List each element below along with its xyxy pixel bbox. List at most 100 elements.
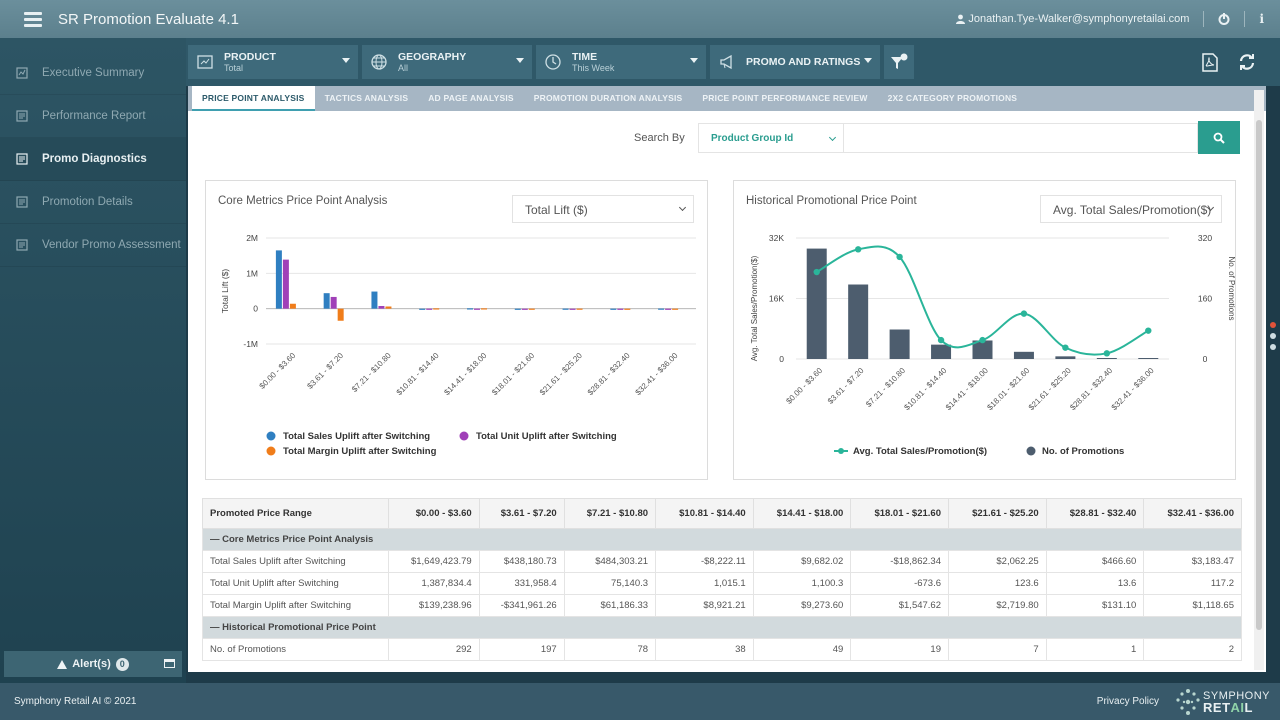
table-cell: 1: [1045, 638, 1145, 661]
bar: [610, 308, 617, 310]
sidebar-item-executive-summary[interactable]: Executive Summary: [0, 52, 186, 95]
line-point: [896, 253, 903, 261]
bar: [848, 284, 869, 359]
privacy-policy-link[interactable]: Privacy Policy: [1097, 696, 1159, 707]
table-cell: 1,015.1: [655, 572, 754, 595]
bar: [426, 308, 433, 310]
user-account[interactable]: Jonathan.Tye-Walker@symphonyretailai.com: [956, 13, 1189, 25]
info-icon[interactable]: i: [1259, 12, 1264, 26]
sidebar-item-promo-diagnostics[interactable]: Promo Diagnostics: [0, 138, 186, 181]
line-point: [813, 268, 820, 276]
table-group-cell[interactable]: — Core Metrics Price Point Analysis: [202, 528, 1242, 551]
table-cell: $9,273.60: [752, 594, 852, 617]
time-filter-value: This Week: [572, 62, 615, 73]
table-cell: 19: [850, 638, 949, 661]
bar: [323, 293, 330, 309]
alerts-button[interactable]: Alert(s) 0: [4, 651, 182, 677]
table-cell: $2,719.80: [948, 594, 1047, 617]
filter-icon: [891, 53, 908, 69]
chevron-down-icon: [864, 58, 872, 63]
bar: [1055, 356, 1076, 359]
main-scrollbar[interactable]: [1254, 90, 1264, 670]
tab-tactics-analysis[interactable]: TACTICS ANALYSIS: [315, 86, 419, 111]
bar: [665, 308, 672, 310]
search-by-select[interactable]: Product Group Id: [698, 123, 844, 153]
sidebar-item-performance-report[interactable]: Performance Report: [0, 95, 186, 138]
warning-icon: [57, 659, 68, 669]
legend-marker: [459, 431, 469, 441]
minimize-icon[interactable]: [164, 659, 175, 668]
x-tick-label: $0.00 - $3.60: [784, 366, 824, 406]
x-tick-label: $10.81 - $14.40: [395, 351, 441, 397]
pdf-icon[interactable]: [1202, 52, 1218, 72]
scrollbar-thumb[interactable]: [1256, 120, 1262, 630]
table-header-cell: $14.41 - $18.00: [752, 498, 852, 529]
logo-bottom-ai: AI: [1230, 699, 1245, 715]
search-icon: [1213, 132, 1225, 144]
table-cell: 13.6: [1045, 572, 1145, 595]
line-point: [1020, 310, 1028, 317]
chevron-down-icon: [516, 58, 524, 63]
product-filter[interactable]: PRODUCT Total: [188, 45, 358, 79]
y-axis-label: Avg. Total Sales/Promotion($): [750, 255, 759, 361]
sidebar-item-promotion-details[interactable]: Promotion Details: [0, 181, 186, 224]
dot[interactable]: [1270, 322, 1276, 328]
dot[interactable]: [1270, 333, 1276, 339]
bar: [528, 308, 535, 310]
legend-marker: [838, 448, 844, 454]
alerts-label: Alert(s): [72, 658, 111, 670]
table-header-cell: $10.81 - $14.40: [655, 498, 754, 529]
bar: [467, 308, 473, 310]
bar: [514, 308, 521, 310]
sidebar-item-vendor-promo-assessment[interactable]: Vendor Promo Assessment: [0, 224, 186, 267]
sidebar-item-label: Promo Diagnostics: [42, 153, 147, 165]
menu-icon[interactable]: [24, 9, 42, 30]
bar: [289, 303, 296, 309]
table-cell: 38: [655, 638, 754, 661]
bar: [617, 308, 624, 310]
y-tick-label: 0: [779, 354, 784, 364]
dot[interactable]: [1270, 344, 1276, 350]
x-tick-label: $21.61 - $25.20: [538, 351, 584, 397]
x-tick-label: $21.61 - $25.20: [1027, 366, 1073, 412]
x-tick-label: $14.41 - $18.00: [442, 351, 488, 397]
tab-price-point-analysis[interactable]: PRICE POINT ANALYSIS: [192, 86, 315, 111]
time-filter[interactable]: TIME This Week: [536, 45, 706, 79]
geography-filter[interactable]: GEOGRAPHY All: [362, 45, 532, 79]
tab-price-point-performance-review[interactable]: PRICE POINT PERFORMANCE REVIEW: [692, 86, 877, 111]
page-icon: [16, 110, 28, 122]
promo-ratings-filter[interactable]: PROMO AND RATINGS: [710, 45, 880, 79]
table-group-row[interactable]: — Historical Promotional Price Point: [202, 616, 1242, 639]
chevron-down-icon: [828, 133, 837, 142]
filter-button[interactable]: [884, 45, 914, 79]
bar: [562, 308, 569, 310]
product-icon: [196, 53, 214, 71]
sidebar-item-label: Performance Report: [42, 110, 146, 122]
search-button[interactable]: [1198, 121, 1240, 154]
search-input[interactable]: [844, 123, 1198, 153]
power-icon[interactable]: [1218, 13, 1230, 25]
x-tick-label: $18.01 - $21.60: [490, 351, 536, 397]
table-cell: -$8,222.11: [655, 550, 754, 573]
bar: [521, 308, 528, 310]
y-tick-label: 2M: [246, 233, 258, 243]
table-cell: 2: [1143, 638, 1242, 661]
table-row: Total Sales Uplift after Switching $1,649…: [202, 550, 1242, 573]
bar: [419, 308, 426, 310]
tab-2x2-category-promotions[interactable]: 2X2 CATEGORY PROMOTIONS: [878, 86, 1028, 111]
legend-label: Total Sales Uplift after Switching: [283, 431, 430, 442]
logo-mark-icon: [1176, 688, 1200, 715]
line-point: [1103, 350, 1111, 357]
x-tick-label: $10.81 - $14.40: [902, 366, 948, 412]
table-header-cell: $28.81 - $32.40: [1045, 498, 1145, 529]
table-cell: 123.6: [948, 572, 1047, 595]
refresh-icon[interactable]: [1238, 53, 1256, 71]
table-cell: Total Sales Uplift after Switching: [202, 550, 389, 573]
table-cell: $8,921.21: [655, 594, 754, 617]
tab-ad-page-analysis[interactable]: AD PAGE ANALYSIS: [418, 86, 524, 111]
alerts-count-badge: 0: [115, 657, 129, 671]
table-group-row[interactable]: — Core Metrics Price Point Analysis: [202, 528, 1242, 551]
table-group-cell[interactable]: — Historical Promotional Price Point: [202, 616, 1242, 639]
table-row: Total Unit Uplift after Switching 1,387,8…: [202, 572, 1242, 595]
tab-promotion-duration-analysis[interactable]: PROMOTION DURATION ANALYSIS: [524, 86, 693, 111]
